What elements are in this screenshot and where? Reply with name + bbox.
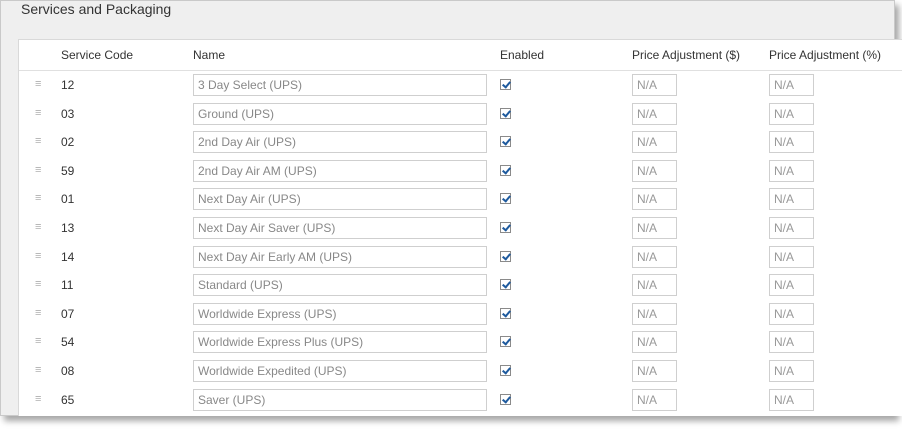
table-header: Service Code Name Enabled Price Adjustme… bbox=[19, 40, 902, 71]
price-adjustment-percent-input[interactable]: N/A bbox=[769, 388, 814, 411]
service-code: 03 bbox=[61, 106, 75, 121]
enabled-checkbox[interactable] bbox=[500, 307, 511, 319]
header-service-code[interactable]: Service Code bbox=[61, 48, 133, 62]
drag-handle-icon[interactable]: ≡ bbox=[35, 278, 41, 290]
service-name-input[interactable]: Worldwide Expedited (UPS) bbox=[193, 360, 487, 382]
service-code: 02 bbox=[61, 135, 75, 150]
price-adjustment-dollar-input[interactable]: N/A bbox=[632, 131, 677, 154]
service-name-input[interactable]: Worldwide Express Plus (UPS) bbox=[193, 331, 487, 354]
enabled-checkbox[interactable] bbox=[500, 79, 511, 90]
enabled-checkbox[interactable] bbox=[500, 164, 511, 176]
price-adjustment-dollar-input[interactable]: N/A bbox=[632, 102, 677, 125]
price-adjustment-percent-input[interactable]: N/A bbox=[769, 331, 814, 354]
drag-handle-icon[interactable]: ≡ bbox=[35, 107, 41, 119]
enabled-checkbox[interactable] bbox=[500, 336, 511, 348]
table-row: ≡ 02 2nd Day Air (UPS) N/A N/A bbox=[19, 131, 902, 159]
service-name-input[interactable]: 2nd Day Air AM (UPS) bbox=[193, 159, 487, 182]
table-row: ≡ 12 3 Day Select (UPS) N/A N/A bbox=[19, 74, 902, 102]
price-adjustment-percent-input[interactable]: N/A bbox=[769, 188, 814, 211]
price-adjustment-percent-input[interactable]: N/A bbox=[769, 245, 814, 268]
service-code: 01 bbox=[61, 192, 75, 207]
price-adjustment-dollar-input[interactable]: N/A bbox=[632, 159, 677, 182]
header-name[interactable]: Name bbox=[193, 48, 225, 62]
price-adjustment-dollar-input[interactable]: N/A bbox=[632, 302, 677, 325]
section-title: Services and Packaging bbox=[21, 1, 172, 17]
enabled-checkbox[interactable] bbox=[500, 136, 511, 148]
price-adjustment-percent-input[interactable]: N/A bbox=[769, 159, 814, 182]
service-code: 54 bbox=[61, 335, 75, 350]
service-code: 14 bbox=[61, 249, 75, 264]
drag-handle-icon[interactable]: ≡ bbox=[35, 307, 41, 319]
service-name-input[interactable]: Worldwide Express (UPS) bbox=[193, 302, 487, 325]
enabled-checkbox[interactable] bbox=[500, 193, 511, 205]
price-adjustment-dollar-input[interactable]: N/A bbox=[632, 360, 677, 382]
table-row: ≡ 01 Next Day Air (UPS) N/A N/A bbox=[19, 188, 902, 216]
table-row: ≡ 65 Saver (UPS) N/A N/A bbox=[19, 388, 902, 417]
drag-handle-icon[interactable]: ≡ bbox=[35, 335, 41, 347]
service-name-input[interactable]: Next Day Air (UPS) bbox=[193, 188, 487, 211]
price-adjustment-dollar-input[interactable]: N/A bbox=[632, 331, 677, 354]
service-code: 11 bbox=[61, 278, 74, 293]
price-adjustment-percent-input[interactable]: N/A bbox=[769, 74, 814, 96]
price-adjustment-percent-input[interactable]: N/A bbox=[769, 302, 814, 325]
table-row: ≡ 14 Next Day Air Early AM (UPS) N/A N/A bbox=[19, 245, 902, 274]
price-adjustment-dollar-input[interactable]: N/A bbox=[632, 188, 677, 211]
price-adjustment-percent-input[interactable]: N/A bbox=[769, 217, 814, 239]
price-adjustment-dollar-input[interactable]: N/A bbox=[632, 388, 677, 411]
header-enabled[interactable]: Enabled bbox=[500, 48, 544, 62]
drag-handle-icon[interactable]: ≡ bbox=[35, 78, 41, 90]
drag-handle-icon[interactable]: ≡ bbox=[35, 135, 41, 147]
table-row: ≡ 11 Standard (UPS) N/A N/A bbox=[19, 274, 902, 302]
service-name-input[interactable]: Saver (UPS) bbox=[193, 388, 487, 411]
enabled-checkbox[interactable] bbox=[500, 107, 511, 119]
enabled-checkbox[interactable] bbox=[500, 365, 511, 376]
table-row: ≡ 07 Worldwide Express (UPS) N/A N/A bbox=[19, 302, 902, 331]
table-row: ≡ 13 Next Day Air Saver (UPS) N/A N/A bbox=[19, 217, 902, 245]
header-price-adjustment-percent[interactable]: Price Adjustment (%) bbox=[769, 48, 881, 62]
drag-handle-icon[interactable]: ≡ bbox=[35, 364, 41, 376]
services-table: Service Code Name Enabled Price Adjustme… bbox=[18, 39, 902, 416]
service-code: 12 bbox=[61, 78, 75, 92]
price-adjustment-percent-input[interactable]: N/A bbox=[769, 102, 814, 125]
price-adjustment-dollar-input[interactable]: N/A bbox=[632, 74, 677, 96]
enabled-checkbox[interactable] bbox=[500, 279, 511, 291]
service-code: 08 bbox=[61, 364, 75, 378]
drag-handle-icon[interactable]: ≡ bbox=[35, 192, 41, 204]
enabled-checkbox[interactable] bbox=[500, 250, 511, 262]
enabled-checkbox[interactable] bbox=[500, 222, 511, 233]
price-adjustment-percent-input[interactable]: N/A bbox=[769, 360, 814, 382]
price-adjustment-dollar-input[interactable]: N/A bbox=[632, 274, 677, 297]
price-adjustment-dollar-input[interactable]: N/A bbox=[632, 217, 677, 239]
service-name-input[interactable]: 2nd Day Air (UPS) bbox=[193, 131, 487, 154]
service-name-input[interactable]: Next Day Air Saver (UPS) bbox=[193, 217, 487, 239]
table-row: ≡ 08 Worldwide Expedited (UPS) N/A N/A bbox=[19, 360, 902, 388]
service-name-input[interactable]: Next Day Air Early AM (UPS) bbox=[193, 245, 487, 268]
service-name-input[interactable]: Ground (UPS) bbox=[193, 102, 487, 125]
service-name-input[interactable]: 3 Day Select (UPS) bbox=[193, 74, 487, 96]
price-adjustment-percent-input[interactable]: N/A bbox=[769, 274, 814, 297]
services-panel: Services and Packaging Service Code Name… bbox=[0, 0, 902, 416]
table-row: ≡ 03 Ground (UPS) N/A N/A bbox=[19, 102, 902, 131]
price-adjustment-percent-input[interactable]: N/A bbox=[769, 131, 814, 154]
drag-handle-icon[interactable]: ≡ bbox=[35, 250, 41, 262]
header-price-adjustment-dollar[interactable]: Price Adjustment ($) bbox=[632, 48, 740, 62]
table-row: ≡ 59 2nd Day Air AM (UPS) N/A N/A bbox=[19, 159, 902, 188]
drag-handle-icon[interactable]: ≡ bbox=[35, 393, 41, 405]
service-code: 59 bbox=[61, 163, 75, 178]
drag-handle-icon[interactable]: ≡ bbox=[35, 221, 41, 233]
service-name-input[interactable]: Standard (UPS) bbox=[193, 274, 487, 297]
price-adjustment-dollar-input[interactable]: N/A bbox=[632, 245, 677, 268]
service-code: 65 bbox=[61, 392, 75, 407]
service-code: 07 bbox=[61, 306, 75, 321]
table-row: ≡ 54 Worldwide Express Plus (UPS) N/A N/A bbox=[19, 331, 902, 359]
service-code: 13 bbox=[61, 221, 75, 235]
drag-handle-icon[interactable]: ≡ bbox=[35, 164, 41, 176]
enabled-checkbox[interactable] bbox=[500, 393, 511, 405]
